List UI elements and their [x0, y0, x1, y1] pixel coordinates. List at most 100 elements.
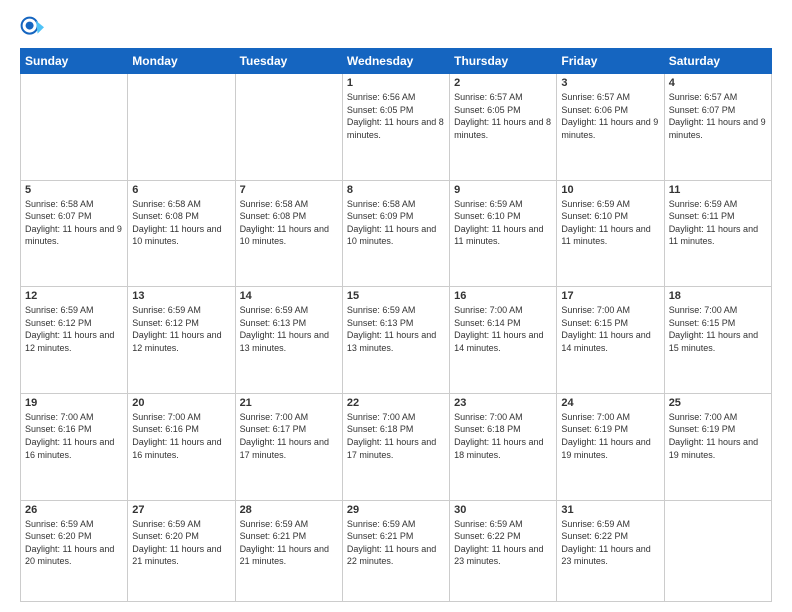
day-info: Sunrise: 7:00 AM Sunset: 6:18 PM Dayligh… — [347, 411, 445, 461]
day-number: 2 — [454, 77, 552, 89]
calendar-cell: 24 Sunrise: 7:00 AM Sunset: 6:19 PM Dayli… — [557, 393, 664, 500]
calendar-cell: 21 Sunrise: 7:00 AM Sunset: 6:17 PM Dayli… — [235, 393, 342, 500]
page: SundayMondayTuesdayWednesdayThursdayFrid… — [0, 0, 792, 612]
day-number: 17 — [561, 290, 659, 302]
day-number: 7 — [240, 184, 338, 196]
weekday-header: Monday — [128, 49, 235, 74]
day-number: 31 — [561, 504, 659, 516]
weekday-header: Saturday — [664, 49, 771, 74]
day-info: Sunrise: 6:58 AM Sunset: 6:08 PM Dayligh… — [132, 198, 230, 248]
calendar-cell: 11 Sunrise: 6:59 AM Sunset: 6:11 PM Dayli… — [664, 180, 771, 287]
day-info: Sunrise: 6:59 AM Sunset: 6:21 PM Dayligh… — [347, 518, 445, 568]
day-number: 21 — [240, 397, 338, 409]
logo-icon — [20, 16, 44, 40]
day-info: Sunrise: 6:59 AM Sunset: 6:10 PM Dayligh… — [561, 198, 659, 248]
day-number: 4 — [669, 77, 767, 89]
day-info: Sunrise: 6:59 AM Sunset: 6:10 PM Dayligh… — [454, 198, 552, 248]
day-info: Sunrise: 6:56 AM Sunset: 6:05 PM Dayligh… — [347, 91, 445, 141]
day-number: 16 — [454, 290, 552, 302]
day-info: Sunrise: 6:59 AM Sunset: 6:12 PM Dayligh… — [25, 304, 123, 354]
weekday-header: Sunday — [21, 49, 128, 74]
day-number: 25 — [669, 397, 767, 409]
day-info: Sunrise: 7:00 AM Sunset: 6:15 PM Dayligh… — [669, 304, 767, 354]
calendar-cell: 1 Sunrise: 6:56 AM Sunset: 6:05 PM Daylig… — [342, 74, 449, 181]
calendar-cell — [664, 500, 771, 602]
day-info: Sunrise: 7:00 AM Sunset: 6:17 PM Dayligh… — [240, 411, 338, 461]
day-number: 24 — [561, 397, 659, 409]
day-number: 11 — [669, 184, 767, 196]
day-info: Sunrise: 6:59 AM Sunset: 6:13 PM Dayligh… — [240, 304, 338, 354]
day-info: Sunrise: 6:57 AM Sunset: 6:05 PM Dayligh… — [454, 91, 552, 141]
header — [20, 16, 772, 40]
weekday-header: Thursday — [450, 49, 557, 74]
calendar-cell: 14 Sunrise: 6:59 AM Sunset: 6:13 PM Dayli… — [235, 287, 342, 394]
calendar-cell: 6 Sunrise: 6:58 AM Sunset: 6:08 PM Daylig… — [128, 180, 235, 287]
day-info: Sunrise: 6:59 AM Sunset: 6:22 PM Dayligh… — [454, 518, 552, 568]
calendar-cell: 26 Sunrise: 6:59 AM Sunset: 6:20 PM Dayli… — [21, 500, 128, 602]
calendar-table: SundayMondayTuesdayWednesdayThursdayFrid… — [20, 48, 772, 602]
calendar-cell: 23 Sunrise: 7:00 AM Sunset: 6:18 PM Dayli… — [450, 393, 557, 500]
day-number: 18 — [669, 290, 767, 302]
day-number: 1 — [347, 77, 445, 89]
day-info: Sunrise: 7:00 AM Sunset: 6:14 PM Dayligh… — [454, 304, 552, 354]
day-number: 23 — [454, 397, 552, 409]
calendar-cell: 4 Sunrise: 6:57 AM Sunset: 6:07 PM Daylig… — [664, 74, 771, 181]
calendar-cell: 3 Sunrise: 6:57 AM Sunset: 6:06 PM Daylig… — [557, 74, 664, 181]
day-info: Sunrise: 7:00 AM Sunset: 6:15 PM Dayligh… — [561, 304, 659, 354]
day-number: 20 — [132, 397, 230, 409]
day-number: 6 — [132, 184, 230, 196]
day-number: 26 — [25, 504, 123, 516]
day-info: Sunrise: 6:57 AM Sunset: 6:07 PM Dayligh… — [669, 91, 767, 141]
calendar-cell: 20 Sunrise: 7:00 AM Sunset: 6:16 PM Dayli… — [128, 393, 235, 500]
day-info: Sunrise: 7:00 AM Sunset: 6:18 PM Dayligh… — [454, 411, 552, 461]
day-number: 3 — [561, 77, 659, 89]
day-info: Sunrise: 7:00 AM Sunset: 6:16 PM Dayligh… — [25, 411, 123, 461]
day-number: 8 — [347, 184, 445, 196]
day-info: Sunrise: 6:59 AM Sunset: 6:12 PM Dayligh… — [132, 304, 230, 354]
calendar-cell: 28Sunrise: 6:59 AM Sunset: 6:21 PM Dayli… — [235, 500, 342, 602]
calendar-cell: 19 Sunrise: 7:00 AM Sunset: 6:16 PM Dayli… — [21, 393, 128, 500]
day-info: Sunrise: 6:59 AM Sunset: 6:22 PM Dayligh… — [561, 518, 659, 568]
weekday-header: Wednesday — [342, 49, 449, 74]
day-number: 10 — [561, 184, 659, 196]
weekday-header: Friday — [557, 49, 664, 74]
day-info: Sunrise: 7:00 AM Sunset: 6:16 PM Dayligh… — [132, 411, 230, 461]
calendar-cell: 27 Sunrise: 6:59 AM Sunset: 6:20 PM Dayli… — [128, 500, 235, 602]
day-info: Sunrise: 6:57 AM Sunset: 6:06 PM Dayligh… — [561, 91, 659, 141]
day-number: 22 — [347, 397, 445, 409]
calendar-cell: 2 Sunrise: 6:57 AM Sunset: 6:05 PM Daylig… — [450, 74, 557, 181]
day-info: Sunrise: 6:59 AM Sunset: 6:20 PM Dayligh… — [132, 518, 230, 568]
calendar-cell — [128, 74, 235, 181]
calendar-cell: 13 Sunrise: 6:59 AM Sunset: 6:12 PM Dayli… — [128, 287, 235, 394]
calendar-cell: 7 Sunrise: 6:58 AM Sunset: 6:08 PM Daylig… — [235, 180, 342, 287]
day-info: Sunrise: 6:58 AM Sunset: 6:08 PM Dayligh… — [240, 198, 338, 248]
calendar-cell — [21, 74, 128, 181]
day-info: Sunrise: 6:59 AM Sunset: 6:13 PM Dayligh… — [347, 304, 445, 354]
day-number: 27 — [132, 504, 230, 516]
calendar-cell: 5Sunrise: 6:58 AM Sunset: 6:07 PM Daylig… — [21, 180, 128, 287]
day-info: Sunrise: 6:58 AM Sunset: 6:07 PM Dayligh… — [25, 198, 123, 248]
calendar-cell: 9 Sunrise: 6:59 AM Sunset: 6:10 PM Daylig… — [450, 180, 557, 287]
day-number: 30 — [454, 504, 552, 516]
calendar-cell: 10 Sunrise: 6:59 AM Sunset: 6:10 PM Dayli… — [557, 180, 664, 287]
day-info: Sunrise: 6:59 AM Sunset: 6:11 PM Dayligh… — [669, 198, 767, 248]
day-info: Sunrise: 7:00 AM Sunset: 6:19 PM Dayligh… — [669, 411, 767, 461]
day-number: 28 — [240, 504, 338, 516]
day-info: Sunrise: 7:00 AM Sunset: 6:19 PM Dayligh… — [561, 411, 659, 461]
calendar-cell: 31 Sunrise: 6:59 AM Sunset: 6:22 PM Dayli… — [557, 500, 664, 602]
calendar-cell: 16 Sunrise: 7:00 AM Sunset: 6:14 PM Dayli… — [450, 287, 557, 394]
day-number: 13 — [132, 290, 230, 302]
day-info: Sunrise: 6:59 AM Sunset: 6:20 PM Dayligh… — [25, 518, 123, 568]
day-number: 19 — [25, 397, 123, 409]
calendar-cell: 30 Sunrise: 6:59 AM Sunset: 6:22 PM Dayli… — [450, 500, 557, 602]
calendar-cell: 17 Sunrise: 7:00 AM Sunset: 6:15 PM Dayli… — [557, 287, 664, 394]
calendar-cell: 29 Sunrise: 6:59 AM Sunset: 6:21 PM Dayli… — [342, 500, 449, 602]
day-info: Sunrise: 6:58 AM Sunset: 6:09 PM Dayligh… — [347, 198, 445, 248]
day-number: 14 — [240, 290, 338, 302]
calendar-cell: 18 Sunrise: 7:00 AM Sunset: 6:15 PM Dayli… — [664, 287, 771, 394]
calendar-cell: 12Sunrise: 6:59 AM Sunset: 6:12 PM Dayli… — [21, 287, 128, 394]
day-number: 15 — [347, 290, 445, 302]
day-number: 9 — [454, 184, 552, 196]
day-number: 29 — [347, 504, 445, 516]
calendar-cell: 8 Sunrise: 6:58 AM Sunset: 6:09 PM Daylig… — [342, 180, 449, 287]
